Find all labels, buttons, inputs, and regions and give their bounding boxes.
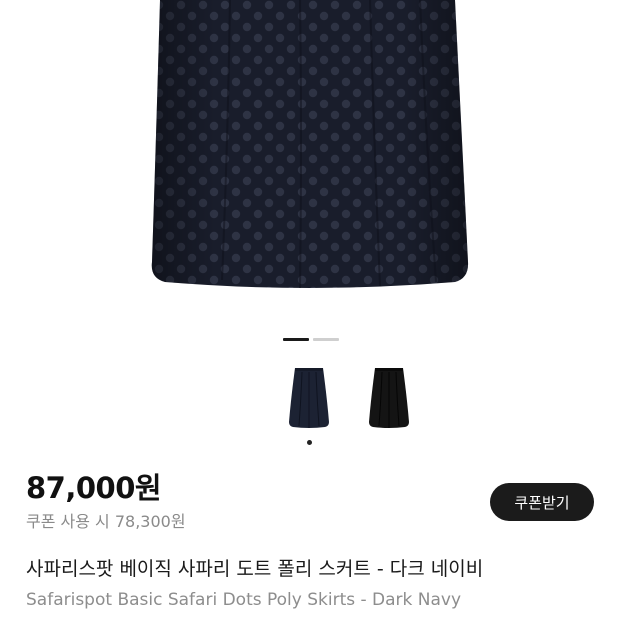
thumbnail-black-skirt[interactable] bbox=[367, 364, 411, 430]
carousel-indicator bbox=[283, 338, 339, 341]
thumbnail-selected-dot bbox=[307, 440, 312, 445]
thumbnail-strip bbox=[287, 364, 413, 434]
indicator-active bbox=[283, 338, 309, 341]
product-title-english: Safarispot Basic Safari Dots Poly Skirts… bbox=[26, 590, 462, 610]
thumbnail-navy-skirt[interactable] bbox=[287, 364, 331, 430]
indicator-inactive[interactable] bbox=[313, 338, 339, 341]
get-coupon-button[interactable]: 쿠폰받기 bbox=[490, 483, 594, 521]
product-main-image[interactable] bbox=[0, 0, 620, 320]
product-price: 87,000원 bbox=[26, 471, 162, 505]
skirt-image bbox=[151, 0, 469, 289]
product-title-korean: 사파리스팟 베이직 사파리 도트 폴리 스커트 - 다크 네이비 bbox=[26, 558, 484, 580]
coupon-price: 쿠폰 사용 시 78,300원 bbox=[26, 512, 186, 531]
